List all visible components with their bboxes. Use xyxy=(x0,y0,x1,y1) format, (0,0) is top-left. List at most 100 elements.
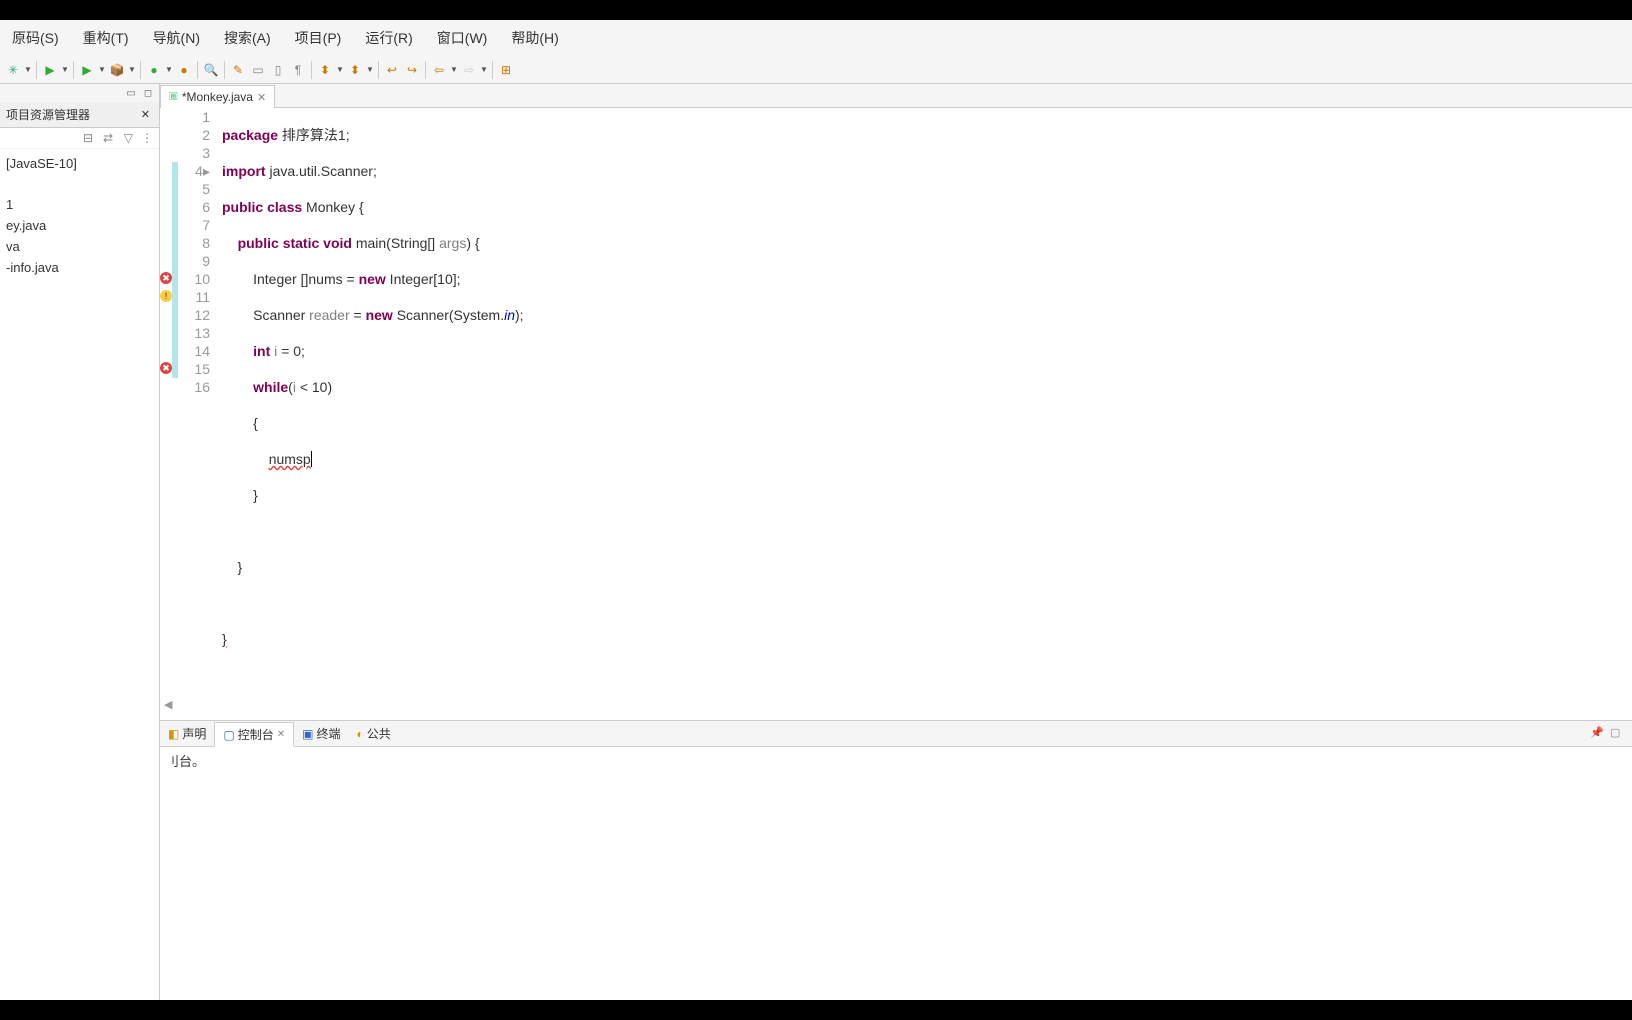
search-button[interactable]: 🔍 xyxy=(202,61,220,79)
tab-terminal-label: 终端 xyxy=(316,725,340,742)
code-content[interactable]: package 排序算法1; import java.util.Scanner;… xyxy=(218,108,1632,720)
link-editor-icon[interactable]: ⇄ xyxy=(99,131,113,145)
new-package-button[interactable]: 📦 xyxy=(108,61,126,79)
main-toolbar: ✳ ▼ ▶ ▼ ▶ ▼ 📦 ▼ ● ▼ ● 🔍 ✎ ▭ ▯ ¶ ⬍ ▼ ⬍ ▼ … xyxy=(0,56,1632,84)
minimize-view-button[interactable]: ▭ xyxy=(124,86,138,100)
console-output[interactable]: 刂台。 xyxy=(160,747,1632,1000)
console-toolbar: 📌 ▢ xyxy=(1590,726,1632,742)
scroll-left-icon[interactable]: ◀ xyxy=(164,696,172,714)
close-view-button[interactable]: ✕ xyxy=(138,108,153,121)
menu-window[interactable]: 窗口(W) xyxy=(425,24,500,52)
tree-item[interactable]: -info.java xyxy=(2,257,157,278)
body-area: ▭ ◻ 项目资源管理器 ✕ ⊟ ⇄ ▽ ⋮ [JavaSE-10] 1 ey.j… xyxy=(0,84,1632,1000)
tree-item[interactable]: va xyxy=(2,236,157,257)
code-editor[interactable]: ✖ ! ✖ 1 2 3 4▸ 5 6 xyxy=(160,108,1632,720)
warning-marker-icon[interactable]: ! xyxy=(160,290,172,302)
maximize-view-button[interactable]: ◻ xyxy=(141,86,155,100)
separator xyxy=(378,61,379,79)
editor-tab-monkey[interactable]: 🞖 *Monkey.java ✕ xyxy=(160,85,275,108)
menu-refactor[interactable]: 重构(T) xyxy=(71,24,141,52)
error-marker-icon[interactable]: ✖ xyxy=(160,362,172,374)
history-fwd-button[interactable]: ⇨ xyxy=(460,61,478,79)
show-whitespace-button[interactable]: ▯ xyxy=(269,61,287,79)
project-explorer-tab[interactable]: 项目资源管理器 ✕ xyxy=(0,102,159,128)
last-edit-button[interactable]: ↩ xyxy=(383,61,401,79)
separator xyxy=(140,61,141,79)
filter-icon[interactable]: ▽ xyxy=(119,131,133,145)
editor-tabs: 🞖 *Monkey.java ✕ xyxy=(160,84,1632,108)
separator xyxy=(492,61,493,79)
tab-declaration-label: 声明 xyxy=(182,725,206,742)
marker-gutter: ✖ ! ✖ xyxy=(160,108,172,720)
editor-tab-title: *Monkey.java xyxy=(182,90,253,104)
back-button[interactable]: ↪ xyxy=(403,61,421,79)
menu-run[interactable]: 运行(R) xyxy=(353,24,424,52)
new-button[interactable]: ✳ xyxy=(4,61,22,79)
line-number-gutter: 1 2 3 4▸ 5 6 7 8 9 10 11 12 13 14 15 16 xyxy=(178,108,218,720)
separator xyxy=(425,61,426,79)
console-text: 刂台。 xyxy=(166,751,1626,770)
view-menu-icon[interactable]: ⋮ xyxy=(139,131,153,145)
tab-public-label: 公共 xyxy=(367,725,391,742)
declaration-icon: ◧ xyxy=(168,727,179,741)
display-selected-icon[interactable]: ▢ xyxy=(1610,726,1626,742)
tree-item[interactable]: ey.java xyxy=(2,215,157,236)
perspective-button[interactable]: ⊞ xyxy=(497,61,515,79)
menu-navigate[interactable]: 导航(N) xyxy=(141,24,212,52)
project-explorer-title: 项目资源管理器 xyxy=(6,106,90,123)
terminal-icon: ▣ xyxy=(302,727,313,741)
history-back-dropdown[interactable]: ▼ xyxy=(450,65,458,74)
separator xyxy=(197,61,198,79)
tab-console[interactable]: ▢ 控制台 ✕ xyxy=(214,722,294,747)
annotation-next-dropdown[interactable]: ▼ xyxy=(336,65,344,74)
menubar: 原码(S) 重构(T) 导航(N) 搜索(A) 项目(P) 运行(R) 窗口(W… xyxy=(0,20,1632,56)
annotation-prev-button[interactable]: ⬍ xyxy=(346,61,364,79)
pin-console-icon[interactable]: 📌 xyxy=(1590,726,1606,742)
project-tree: [JavaSE-10] 1 ey.java va -info.java xyxy=(0,149,159,1000)
run-button[interactable]: ▶ xyxy=(41,61,59,79)
collapse-all-icon[interactable]: ⊟ xyxy=(79,131,93,145)
tab-public[interactable]: ◐ 公共 xyxy=(348,722,398,745)
separator xyxy=(73,61,74,79)
public-icon: ◐ xyxy=(356,727,363,741)
java-file-icon: 🞖 xyxy=(169,91,178,104)
toggle-mark-button[interactable]: ✎ xyxy=(229,61,247,79)
console-icon: ▢ xyxy=(223,728,234,742)
eclipse-ide-window: 原码(S) 重构(T) 导航(N) 搜索(A) 项目(P) 运行(R) 窗口(W… xyxy=(0,20,1632,1000)
close-tab-button[interactable]: ✕ xyxy=(277,729,285,740)
sidebar-toolbar: ⊟ ⇄ ▽ ⋮ xyxy=(0,128,159,149)
tree-item[interactable]: 1 xyxy=(2,194,157,215)
bottom-panel-tab-bar: ◧ 声明 ▢ 控制台 ✕ ▣ 终端 ◐ 公共 xyxy=(160,721,1632,747)
tree-item[interactable]: [JavaSE-10] xyxy=(2,153,157,174)
menu-help[interactable]: 帮助(H) xyxy=(499,24,570,52)
tab-declaration[interactable]: ◧ 声明 xyxy=(160,722,214,745)
project-explorer-sidebar: ▭ ◻ 项目资源管理器 ✕ ⊟ ⇄ ▽ ⋮ [JavaSE-10] 1 ey.j… xyxy=(0,84,160,1000)
coverage-button[interactable]: ▶ xyxy=(78,61,96,79)
separator xyxy=(224,61,225,79)
coverage-dropdown[interactable]: ▼ xyxy=(98,65,106,74)
annotation-prev-dropdown[interactable]: ▼ xyxy=(366,65,374,74)
open-type-button[interactable]: ● xyxy=(175,61,193,79)
new-class-button[interactable]: ● xyxy=(145,61,163,79)
run-dropdown[interactable]: ▼ xyxy=(61,65,69,74)
new-package-dropdown[interactable]: ▼ xyxy=(128,65,136,74)
toggle-block-button[interactable]: ▭ xyxy=(249,61,267,79)
menu-project[interactable]: 项目(P) xyxy=(283,24,354,52)
tab-terminal[interactable]: ▣ 终端 xyxy=(294,722,348,745)
bottom-panel: ◧ 声明 ▢ 控制台 ✕ ▣ 终端 ◐ 公共 xyxy=(160,720,1632,1000)
menu-source[interactable]: 原码(S) xyxy=(0,24,71,52)
text-cursor xyxy=(311,451,312,467)
new-dropdown[interactable]: ▼ xyxy=(24,65,32,74)
tab-console-label: 控制台 xyxy=(238,726,274,743)
history-back-button[interactable]: ⇦ xyxy=(430,61,448,79)
editor-area: 🞖 *Monkey.java ✕ ✖ ! ✖ xyxy=(160,84,1632,1000)
new-class-dropdown[interactable]: ▼ xyxy=(165,65,173,74)
pin-button[interactable]: ¶ xyxy=(289,61,307,79)
separator xyxy=(311,61,312,79)
separator xyxy=(36,61,37,79)
close-tab-button[interactable]: ✕ xyxy=(257,91,266,104)
history-fwd-dropdown[interactable]: ▼ xyxy=(480,65,488,74)
annotation-next-button[interactable]: ⬍ xyxy=(316,61,334,79)
error-marker-icon[interactable]: ✖ xyxy=(160,272,172,284)
menu-search[interactable]: 搜索(A) xyxy=(212,24,283,52)
